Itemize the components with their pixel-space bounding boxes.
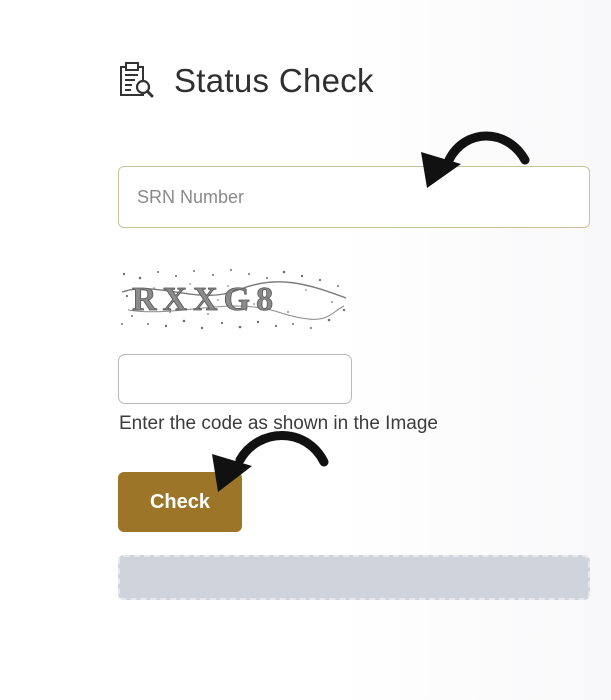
pointer-arrow-icon	[212, 431, 329, 492]
title-row: Status Check	[118, 56, 374, 106]
captcha-image: RXXG8	[118, 266, 350, 332]
status-result-box	[118, 555, 590, 600]
status-check-panel: Status Check RXXG8 Enter the code as sho…	[0, 0, 611, 700]
captcha-text: RXXG8	[132, 281, 279, 318]
captcha-code-input[interactable]	[118, 354, 352, 404]
pointer-arrow-icon	[421, 131, 530, 188]
report-search-icon	[120, 62, 154, 98]
page-title: Status Check	[174, 62, 374, 99]
